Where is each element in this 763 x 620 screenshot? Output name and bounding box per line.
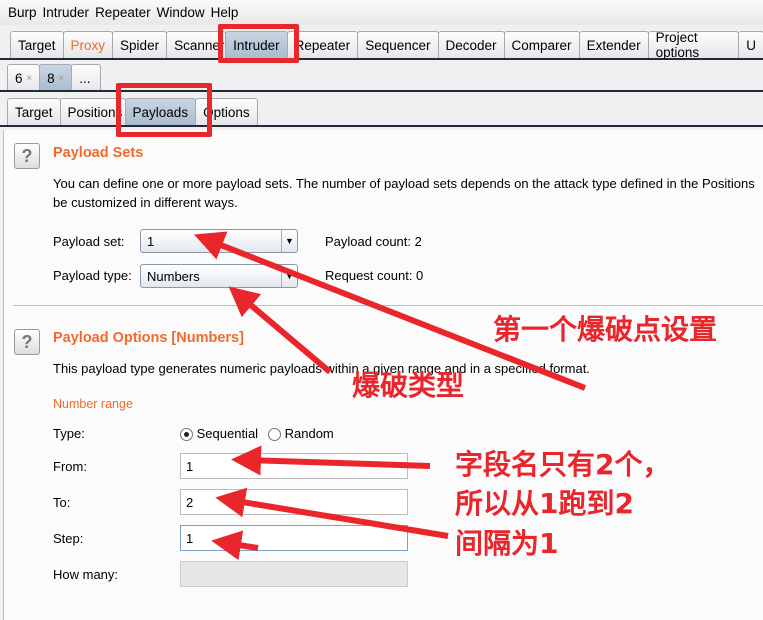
arrow: [211, 530, 259, 561]
annotation-first-point: 第一个爆破点设置: [493, 313, 718, 346]
annotation-attack-type: 爆破类型: [352, 369, 465, 402]
arrow: [215, 487, 449, 539]
annotation-note: 所以从1跑到2: [455, 487, 634, 520]
arrow: [228, 286, 332, 375]
arrow: [231, 445, 431, 476]
annotation-note: 字段名只有2个，: [455, 448, 671, 481]
annotation-note: 间隔为1: [455, 527, 559, 560]
annotation-arrows: [194, 231, 587, 561]
